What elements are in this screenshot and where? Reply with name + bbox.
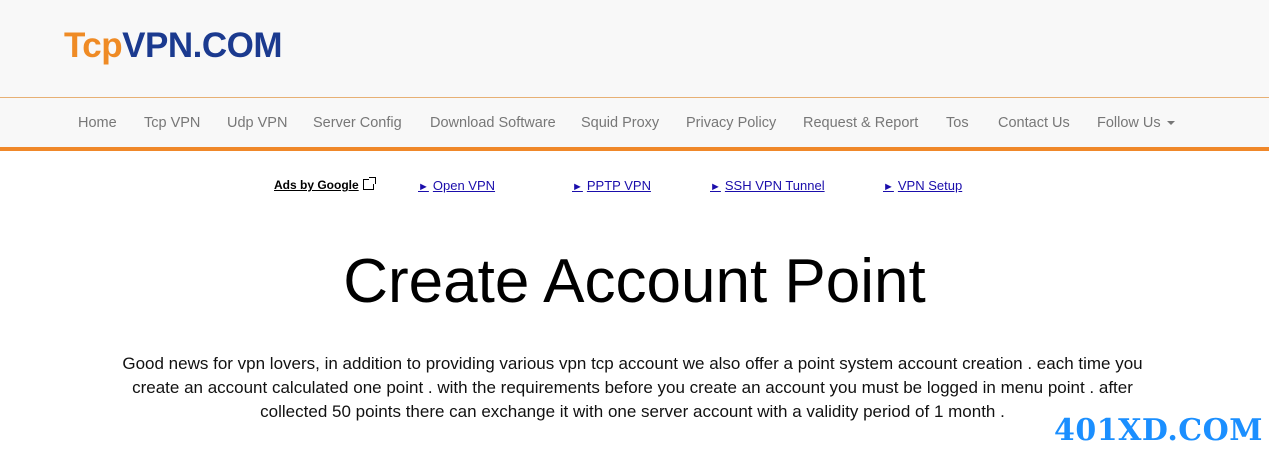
ad-link-label: VPN Setup bbox=[897, 178, 963, 193]
ad-link-label: Open VPN bbox=[432, 178, 496, 193]
site-header: TcpVPN.COM bbox=[0, 0, 1269, 98]
ad-link-vpn-setup[interactable]: ► VPN Setup bbox=[883, 178, 962, 193]
site-logo[interactable]: TcpVPN.COM bbox=[64, 26, 282, 66]
nav-item-contact-us[interactable]: Contact Us bbox=[998, 98, 1070, 147]
triangle-right-icon: ► bbox=[418, 181, 429, 193]
logo-part-tcp: Tcp bbox=[64, 26, 123, 65]
external-link-icon bbox=[362, 177, 376, 190]
nav-item-udp-vpn[interactable]: Udp VPN bbox=[227, 98, 287, 147]
nav-item-server-config[interactable]: Server Config bbox=[313, 98, 402, 147]
nav-item-tcp-vpn[interactable]: Tcp VPN bbox=[144, 98, 200, 147]
page-title: Create Account Point bbox=[343, 247, 926, 316]
nav-item-privacy-policy[interactable]: Privacy Policy bbox=[686, 98, 776, 147]
caret-down-icon bbox=[1166, 121, 1175, 126]
nav-item-request-report[interactable]: Request & Report bbox=[803, 98, 918, 147]
ad-link-ssh-vpn-tunnel[interactable]: ► SSH VPN Tunnel bbox=[710, 178, 825, 193]
nav-item-follow-us[interactable]: Follow Us bbox=[1097, 98, 1175, 147]
nav-item-home[interactable]: Home bbox=[78, 98, 117, 147]
ad-link-open-vpn[interactable]: ► Open VPN bbox=[418, 178, 495, 193]
main-navbar: Home Tcp VPN Udp VPN Server Config Downl… bbox=[0, 98, 1269, 151]
logo-part-vpn: VPN.COM bbox=[122, 26, 282, 65]
ads-by-google-link[interactable]: Ads by Google bbox=[274, 177, 376, 192]
ad-link-pptp-vpn[interactable]: ► PPTP VPN bbox=[572, 178, 651, 193]
nav-item-squid-proxy[interactable]: Squid Proxy bbox=[581, 98, 659, 147]
ads-by-google-label: Ads by Google bbox=[274, 178, 359, 192]
google-ads-bar: Ads by Google ► Open VPN ► PPTP VPN ► SSH V… bbox=[0, 172, 1269, 198]
triangle-right-icon: ► bbox=[572, 181, 583, 193]
follow-us-label: Follow Us bbox=[1097, 115, 1161, 131]
triangle-right-icon: ► bbox=[710, 181, 721, 193]
page-description: Good news for vpn lovers, in addition to… bbox=[122, 354, 1143, 421]
watermark-text: 401XD.COM bbox=[1054, 413, 1264, 448]
ad-link-label: SSH VPN Tunnel bbox=[724, 178, 825, 193]
nav-item-tos[interactable]: Tos bbox=[946, 98, 969, 147]
triangle-right-icon: ► bbox=[883, 181, 894, 193]
ad-link-label: PPTP VPN bbox=[586, 178, 651, 193]
nav-item-download-software[interactable]: Download Software bbox=[430, 98, 556, 147]
